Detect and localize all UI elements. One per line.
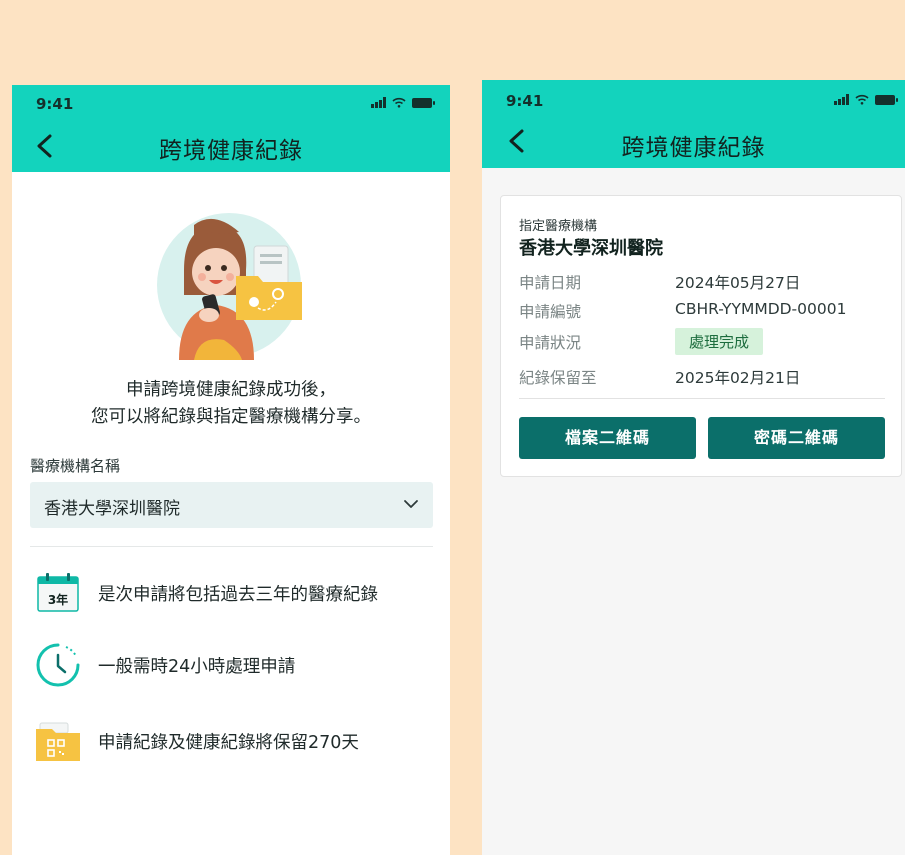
detail-value: 2025年02月21日: [675, 369, 801, 387]
battery-icon: [875, 94, 898, 105]
signal-icon: [834, 94, 849, 105]
info-text: 一般需時24小時處理申請: [98, 656, 296, 677]
detail-key: 申請編號: [519, 303, 582, 321]
file-qr-button[interactable]: 檔案二維碼: [519, 417, 696, 459]
detail-key: 申請狀況: [519, 334, 582, 352]
wifi-icon: [855, 94, 869, 105]
status-time: 9:41: [36, 95, 74, 113]
password-qr-button[interactable]: 密碼二維碼: [708, 417, 885, 459]
intro-text: 申請跨境健康紀錄成功後， 您可以將紀錄與指定醫療機構分享。: [12, 377, 450, 431]
qr-folder-icon: [36, 719, 82, 763]
left-screen: 9:41 跨境健康紀錄 申請跨境健康紀錄成功後， 您可以將紀錄與指定醫療機構分享…: [12, 85, 450, 855]
info-item-three-years: 3年 是次申請將包括過去三年的醫療紀錄: [36, 571, 378, 615]
signal-icon: [371, 97, 386, 108]
status-icons: [371, 97, 435, 108]
app-header: 9:41 跨境健康紀錄: [482, 80, 905, 168]
card-divider: [519, 398, 885, 399]
hospital-field-label: 醫療機構名稱: [30, 457, 121, 475]
right-screen: 9:41 跨境健康紀錄 指定醫療機構 香港大學深圳醫院 申請日期 2024年05…: [482, 80, 905, 855]
hospital-name: 香港大學深圳醫院: [519, 238, 663, 259]
detail-value: CBHR-YYMMDD-00001: [675, 300, 847, 318]
divider: [30, 546, 433, 547]
calendar-badge: 3年: [47, 593, 69, 607]
clock-icon: [36, 643, 80, 687]
intro-line-2: 您可以將紀錄與指定醫療機構分享。: [91, 407, 371, 427]
detail-value: 2024年05月27日: [675, 274, 801, 292]
chevron-down-icon: [404, 500, 418, 508]
hospital-select-value: 香港大學深圳醫院: [44, 499, 180, 519]
status-badge: 處理完成: [675, 328, 764, 355]
record-card: 指定醫療機構 香港大學深圳醫院 申請日期 2024年05月27日 申請編號 CB…: [500, 195, 902, 477]
info-text: 申請紀錄及健康紀錄將保留270天: [98, 732, 359, 753]
app-header: 9:41 跨境健康紀錄: [12, 85, 450, 172]
detail-key: 申請日期: [519, 274, 582, 292]
calendar-icon: 3年: [36, 571, 80, 615]
intro-line-1: 申請跨境健康紀錄成功後，: [126, 380, 336, 400]
status-icons: [834, 94, 898, 105]
status-time: 9:41: [506, 92, 544, 110]
wifi-icon: [392, 97, 406, 108]
page-title: 跨境健康紀錄: [159, 138, 303, 164]
hospital-select[interactable]: 香港大學深圳醫院: [30, 482, 433, 528]
page-title: 跨境健康紀錄: [621, 135, 766, 161]
hospital-label: 指定醫療機構: [519, 219, 598, 234]
info-item-processing-time: 一般需時24小時處理申請: [36, 643, 295, 687]
info-item-retention: 申請紀錄及健康紀錄將保留270天: [36, 719, 359, 763]
info-text: 是次申請將包括過去三年的醫療紀錄: [98, 584, 378, 605]
detail-key: 紀錄保留至: [519, 369, 597, 387]
battery-icon: [412, 97, 435, 108]
status-cell: 處理完成: [675, 328, 764, 355]
health-record-illustration: [157, 213, 302, 360]
